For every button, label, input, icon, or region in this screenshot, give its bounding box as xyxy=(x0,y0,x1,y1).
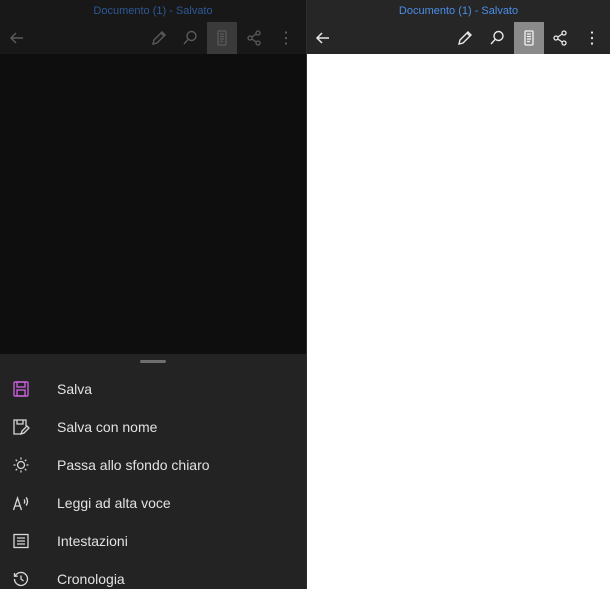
search-icon xyxy=(183,30,197,45)
menu-item-label: Leggi ad alta voce xyxy=(57,495,171,511)
search-button[interactable] xyxy=(482,22,512,54)
menu-item-light-background[interactable]: Passa allo sfondo chiaro xyxy=(0,446,306,484)
search-button[interactable] xyxy=(175,22,205,54)
menu-item-label: Salva xyxy=(57,381,93,397)
more-button[interactable] xyxy=(577,22,607,54)
menu-item-label: Cronologia xyxy=(57,571,125,587)
more-vertical-icon xyxy=(590,31,594,45)
menu-item-save-as[interactable]: Salva con nome xyxy=(0,408,306,446)
read-aloud-icon xyxy=(12,494,30,512)
share-button[interactable] xyxy=(545,22,575,54)
edit-button[interactable] xyxy=(144,22,174,54)
menu-item-read-aloud[interactable]: Leggi ad alta voce xyxy=(0,484,306,522)
more-button[interactable] xyxy=(271,22,301,54)
menu-item-history[interactable]: Cronologia xyxy=(0,560,306,589)
menu-item-save[interactable]: Salva xyxy=(0,370,306,408)
back-button[interactable] xyxy=(308,22,338,54)
menu-item-label: Salva con nome xyxy=(57,419,158,435)
left-screen: Documento (1) - Salvato Salva Salva con … xyxy=(0,0,306,589)
document-area[interactable] xyxy=(0,54,306,354)
edit-button[interactable] xyxy=(450,22,480,54)
back-arrow-icon xyxy=(315,32,329,44)
headings-icon xyxy=(12,532,30,550)
pencil-icon xyxy=(458,31,472,45)
save-as-icon xyxy=(12,418,30,436)
document-page[interactable] xyxy=(307,54,610,589)
drag-handle[interactable] xyxy=(140,360,166,363)
back-arrow-icon xyxy=(9,32,23,44)
reading-mode-button[interactable] xyxy=(514,22,544,54)
search-icon xyxy=(490,30,504,45)
pencil-icon xyxy=(152,31,166,45)
history-icon xyxy=(12,570,30,588)
sun-icon xyxy=(12,456,30,474)
reading-mode-icon xyxy=(217,30,227,46)
menu-item-headings[interactable]: Intestazioni xyxy=(0,522,306,560)
reading-mode-button[interactable] xyxy=(207,22,237,54)
back-button[interactable] xyxy=(2,22,32,54)
right-screen: Documento (1) - Salvato xyxy=(307,0,610,589)
share-icon xyxy=(553,30,567,46)
share-icon xyxy=(247,30,261,46)
menu-item-label: Intestazioni xyxy=(57,533,128,549)
save-icon xyxy=(12,380,30,398)
share-button[interactable] xyxy=(239,22,269,54)
menu-item-label: Passa allo sfondo chiaro xyxy=(57,457,210,473)
bottom-sheet-menu: Salva Salva con nome Passa allo sfondo c… xyxy=(0,354,306,589)
window-title: Documento (1) - Salvato xyxy=(0,0,306,22)
toolbar xyxy=(0,22,306,54)
reading-mode-icon xyxy=(524,30,534,46)
toolbar xyxy=(307,22,610,54)
menu-list: Salva Salva con nome Passa allo sfondo c… xyxy=(0,370,306,589)
more-vertical-icon xyxy=(284,31,288,45)
window-title: Documento (1) - Salvato xyxy=(307,0,610,22)
